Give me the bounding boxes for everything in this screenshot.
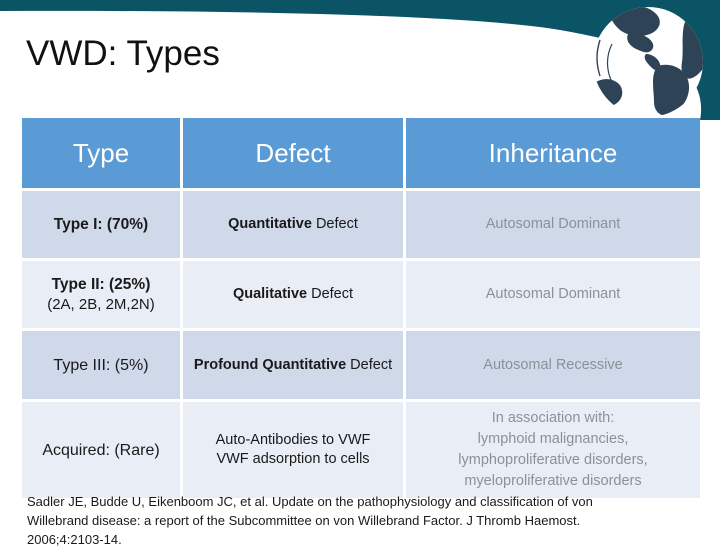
table-row: Type I: (70%) Quantitative Defect Autoso… — [22, 191, 700, 261]
defect-rest: Defect — [346, 356, 393, 373]
cell-inheritance: In association with: lymphoid malignanci… — [406, 402, 700, 498]
page-title: VWD: Types — [26, 34, 220, 73]
defect-emphasis: Quantitative — [228, 216, 312, 232]
defect-line-2: VWF adsorption to cells — [216, 451, 370, 467]
defect-emphasis: Profound Quantitative — [193, 356, 347, 373]
defect-rest: Defect — [311, 216, 358, 232]
inheritance-line-1: In association with: — [491, 410, 615, 426]
vwd-types-table: Type Defect Inheritance Type I: (70%) Qu… — [22, 118, 700, 498]
defect-text: Profound Quantitative Defect — [191, 356, 395, 375]
defect-text: Qualitative Defect — [191, 285, 395, 304]
inheritance-line-4: myeloproliferative disorders — [464, 473, 642, 489]
column-header-inheritance: Inheritance — [406, 118, 700, 191]
inheritance-line-3: lymphoproliferative disorders, — [458, 452, 648, 468]
defect-text: Quantitative Defect — [191, 215, 395, 234]
cell-inheritance: Autosomal Dominant — [406, 261, 700, 331]
column-header-defect: Defect — [183, 118, 406, 191]
inheritance-text: Autosomal Dominant — [485, 286, 621, 302]
type-label: Type III: (5%) — [53, 356, 149, 374]
inheritance-text: Autosomal Recessive — [483, 356, 623, 373]
type-label: Type II: (25%) — [51, 275, 151, 293]
type-subtypes: (2A, 2B, 2M,2N) — [47, 295, 155, 313]
inheritance-line-2: lymphoid malignancies, — [477, 431, 629, 447]
cell-type: Type II: (25%) (2A, 2B, 2M,2N) — [22, 261, 183, 331]
cell-defect: Auto-Antibodies to VWF VWF adsorption to… — [183, 402, 406, 498]
type-label: Type I: (70%) — [53, 215, 149, 233]
citation-block: Sadler JE, Budde U, Eikenboom JC, et al.… — [27, 492, 667, 549]
citation-line-2: Willebrand disease: a report of the Subc… — [27, 513, 581, 528]
defect-emphasis: Qualitative — [232, 286, 308, 302]
cell-type: Type I: (70%) — [22, 191, 183, 261]
cell-defect: Quantitative Defect — [183, 191, 406, 261]
inheritance-text: Autosomal Dominant — [485, 216, 621, 232]
table-row: Acquired: (Rare) Auto-Antibodies to VWF … — [22, 402, 700, 498]
cell-type: Acquired: (Rare) — [22, 402, 183, 498]
cell-type: Type III: (5%) — [22, 331, 183, 402]
defect-line-1: Auto-Antibodies to VWF — [215, 432, 371, 448]
cell-defect: Qualitative Defect — [183, 261, 406, 331]
column-header-type: Type — [22, 118, 183, 191]
cell-inheritance: Autosomal Recessive — [406, 331, 700, 402]
table-header-row: Type Defect Inheritance — [22, 118, 700, 191]
defect-rest: Defect — [307, 286, 354, 302]
cell-defect: Profound Quantitative Defect — [183, 331, 406, 402]
table-row: Type II: (25%) (2A, 2B, 2M,2N) Qualitati… — [22, 261, 700, 331]
table-row: Type III: (5%) Profound Quantitative Def… — [22, 331, 700, 402]
cell-inheritance: Autosomal Dominant — [406, 191, 700, 261]
type-label: Acquired: (Rare) — [42, 441, 160, 459]
citation-line-1: Sadler JE, Budde U, Eikenboom JC, et al.… — [27, 494, 593, 509]
